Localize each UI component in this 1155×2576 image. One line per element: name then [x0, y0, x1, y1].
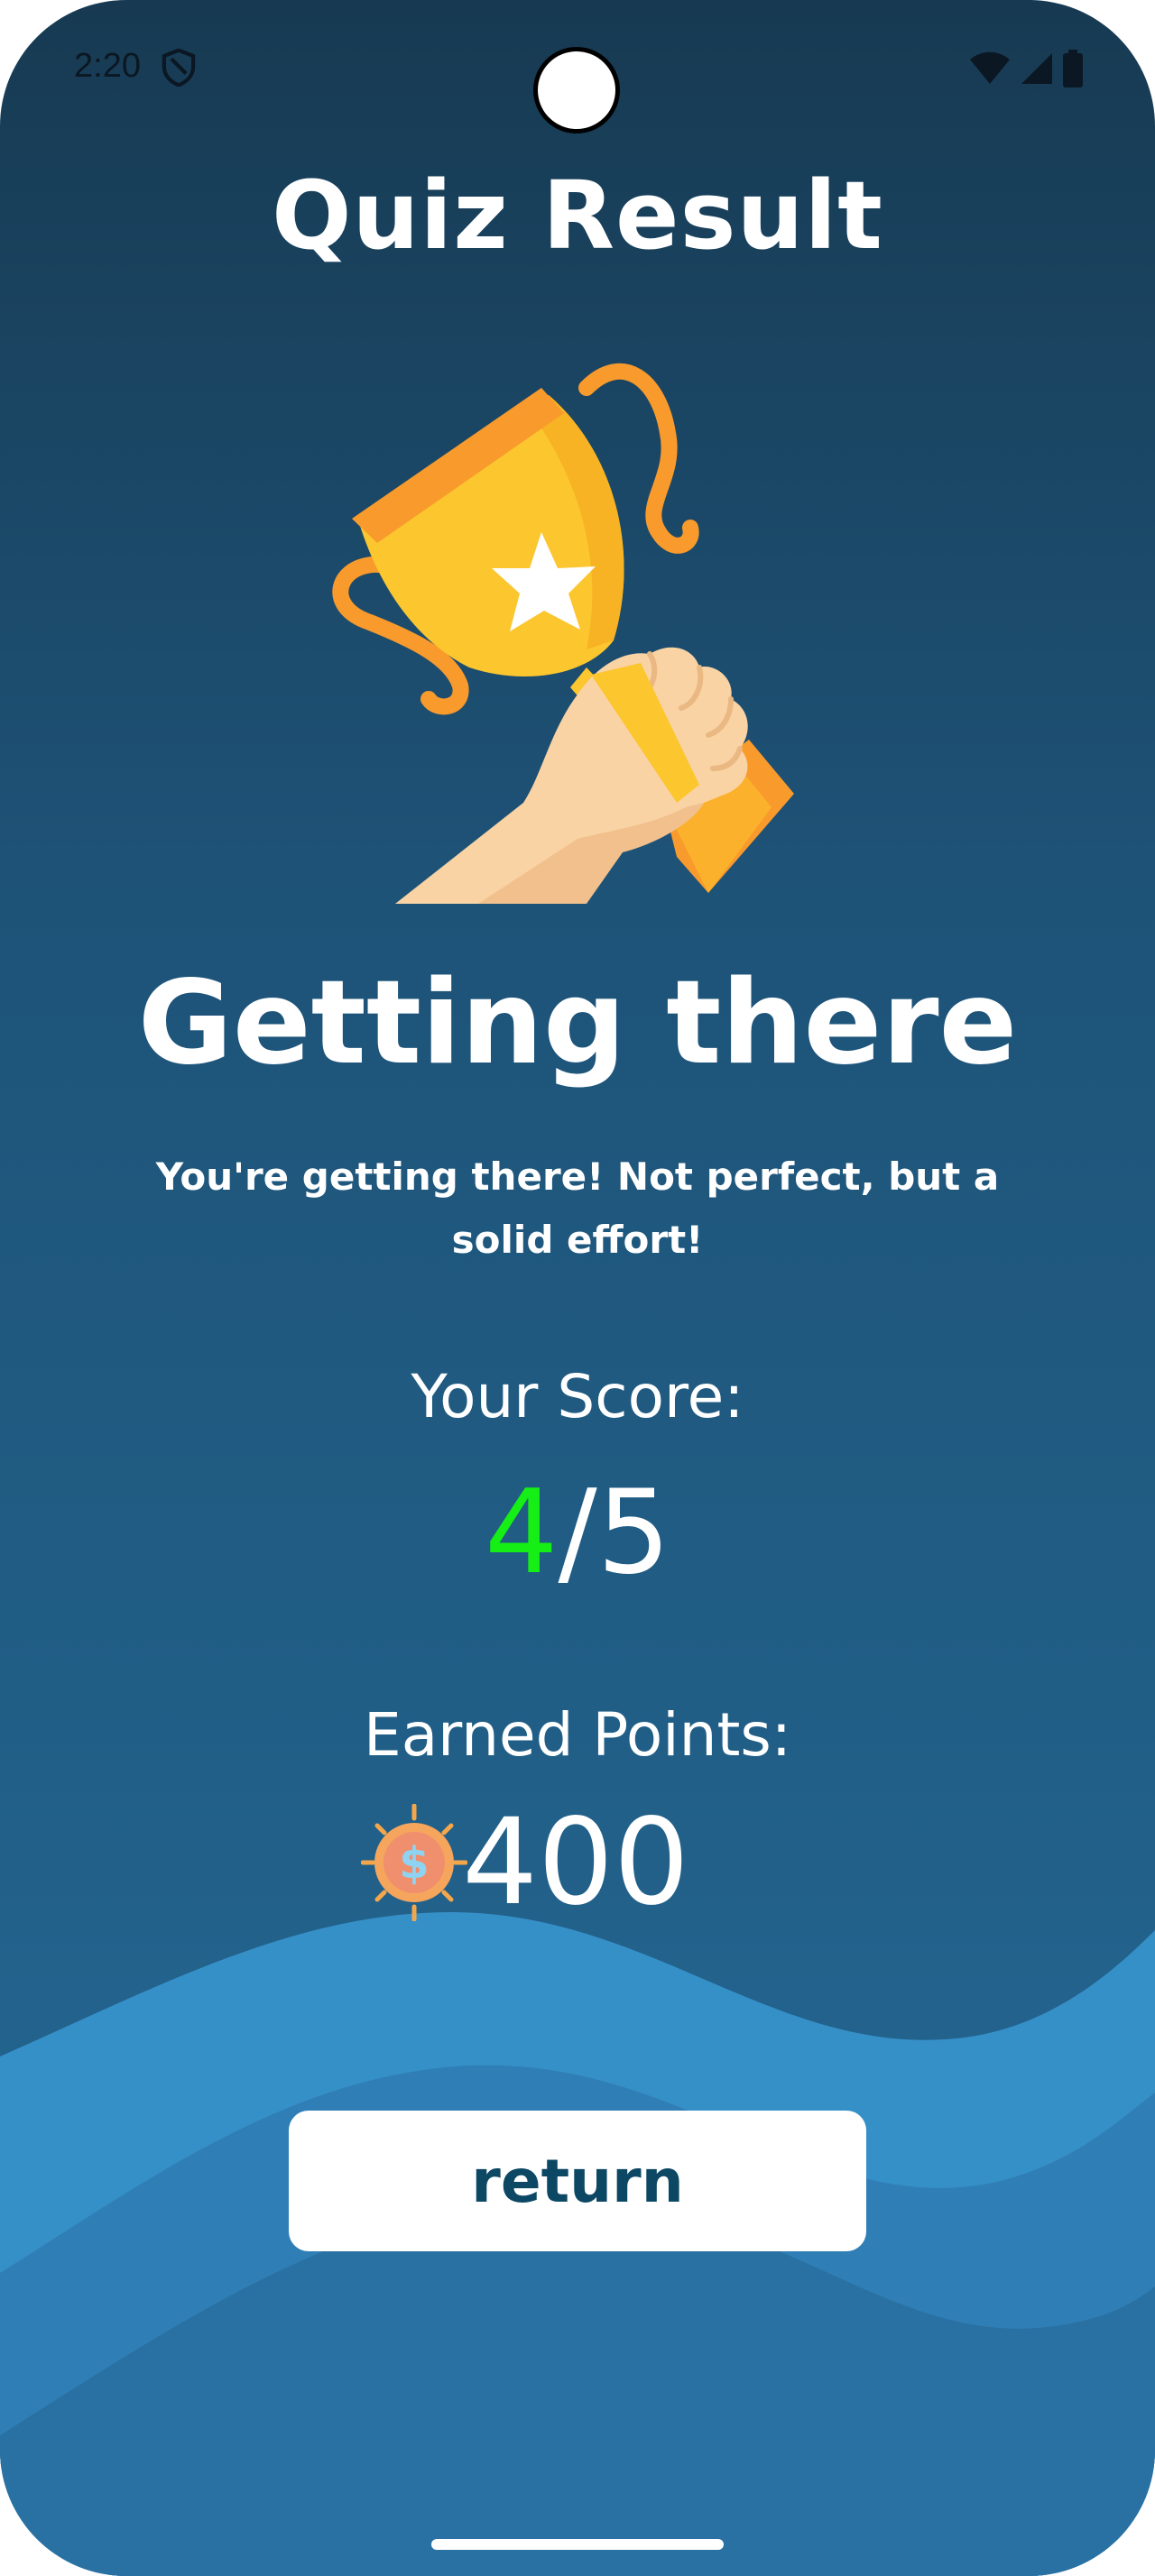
- result-title: Getting there: [137, 956, 1018, 1090]
- signal-icon: [1021, 53, 1052, 84]
- status-icons: [969, 49, 1083, 88]
- wifi-icon: [970, 51, 1010, 84]
- shield-icon: [162, 49, 196, 87]
- score-label: Your Score:: [411, 1362, 744, 1431]
- trophy-icon: [332, 363, 794, 904]
- home-indicator[interactable]: [431, 2539, 724, 2550]
- status-time: 2:20: [74, 47, 141, 85]
- score-total: /5: [558, 1466, 670, 1600]
- status-bar: 2:20: [0, 0, 1155, 135]
- svg-text:$: $: [399, 1838, 429, 1889]
- points-label: Earned Points:: [364, 1700, 791, 1770]
- coin-icon: $: [361, 1804, 467, 1921]
- points-value: 400: [462, 1793, 689, 1932]
- return-button[interactable]: return: [289, 2111, 866, 2251]
- battery-icon: [1063, 50, 1083, 87]
- result-message: You're getting there! Not perfect, but a…: [155, 1155, 1000, 1262]
- page-title: Quiz Result: [272, 161, 883, 271]
- score-correct: 4: [485, 1466, 559, 1600]
- quiz-result-screen: 2:20 Quiz Result Getting there You're ge…: [0, 0, 1155, 2576]
- camera-cutout: [533, 47, 620, 133]
- score-value: 4/5: [0, 1466, 1155, 1600]
- points-row: $ 400: [361, 1793, 689, 1932]
